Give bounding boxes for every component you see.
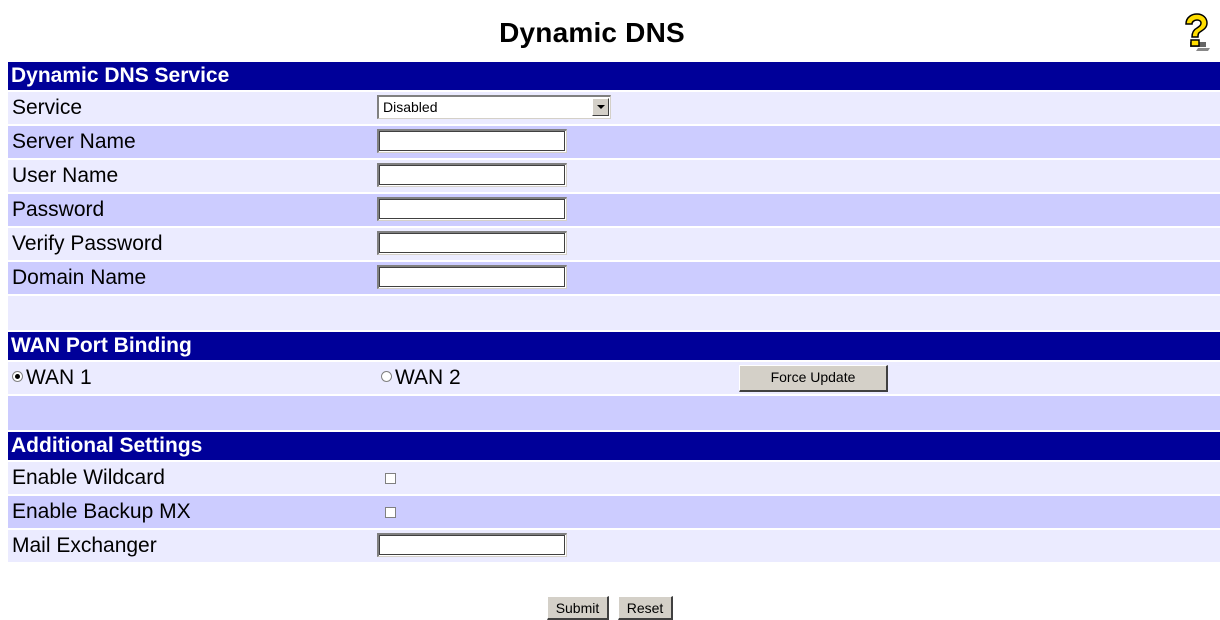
spacer-row — [8, 296, 1220, 330]
wan2-label: WAN 2 — [395, 366, 461, 389]
password-input[interactable] — [377, 197, 567, 221]
domain-name-row: Domain Name — [8, 262, 1220, 294]
verify-password-input[interactable] — [377, 231, 567, 255]
help-question-icon[interactable] — [1178, 12, 1214, 52]
password-label: Password — [12, 198, 105, 221]
service-select[interactable]: Disabled — [377, 95, 611, 119]
force-update-button[interactable]: Force Update — [739, 365, 888, 392]
enable-backup-mx-checkbox[interactable] — [385, 507, 396, 518]
enable-wildcard-checkbox[interactable] — [385, 473, 396, 484]
submit-button[interactable]: Submit — [546, 596, 610, 620]
page-title: Dynamic DNS — [499, 17, 685, 48]
wan-binding-row: WAN 1 WAN 2 Force Update — [8, 362, 1220, 394]
verify-password-row: Verify Password — [8, 228, 1220, 260]
service-select-value: Disabled — [383, 99, 438, 115]
mail-exchanger-label: Mail Exchanger — [12, 534, 157, 557]
enable-backup-mx-row: Enable Backup MX — [8, 496, 1220, 528]
password-row: Password — [8, 194, 1220, 226]
user-name-input[interactable] — [377, 163, 567, 187]
mail-exchanger-input[interactable] — [377, 533, 567, 557]
verify-password-label: Verify Password — [12, 232, 163, 255]
mail-exchanger-row: Mail Exchanger — [8, 530, 1220, 562]
section-header-additional: Additional Settings — [8, 432, 1220, 460]
section-header-wan-binding: WAN Port Binding — [8, 332, 1220, 360]
user-name-row: User Name — [8, 160, 1220, 192]
enable-wildcard-row: Enable Wildcard — [8, 462, 1220, 494]
domain-name-label: Domain Name — [12, 266, 147, 289]
spacer-row — [8, 396, 1220, 430]
wan2-radio[interactable]: WAN 2 — [381, 362, 461, 394]
form-actions: Submit Reset — [0, 596, 1220, 620]
enable-backup-mx-label: Enable Backup MX — [12, 500, 191, 523]
server-name-label: Server Name — [12, 130, 136, 153]
user-name-label: User Name — [12, 164, 119, 187]
enable-wildcard-label: Enable Wildcard — [12, 466, 165, 489]
reset-button[interactable]: Reset — [617, 596, 674, 620]
radio-unchecked-icon[interactable] — [381, 371, 392, 383]
dynamic-dns-form: Dynamic DNS Service Service Disabled Ser… — [8, 62, 1220, 564]
server-name-input[interactable] — [377, 129, 567, 153]
service-label: Service — [12, 96, 83, 119]
wan1-label: WAN 1 — [26, 366, 92, 389]
service-row: Service Disabled — [8, 92, 1220, 124]
radio-checked-icon[interactable] — [12, 371, 23, 383]
server-name-row: Server Name — [8, 126, 1220, 158]
wan1-radio[interactable]: WAN 1 — [12, 362, 92, 394]
chevron-down-icon[interactable] — [592, 98, 609, 116]
section-header-dns-service: Dynamic DNS Service — [8, 62, 1220, 90]
domain-name-input[interactable] — [377, 265, 567, 289]
